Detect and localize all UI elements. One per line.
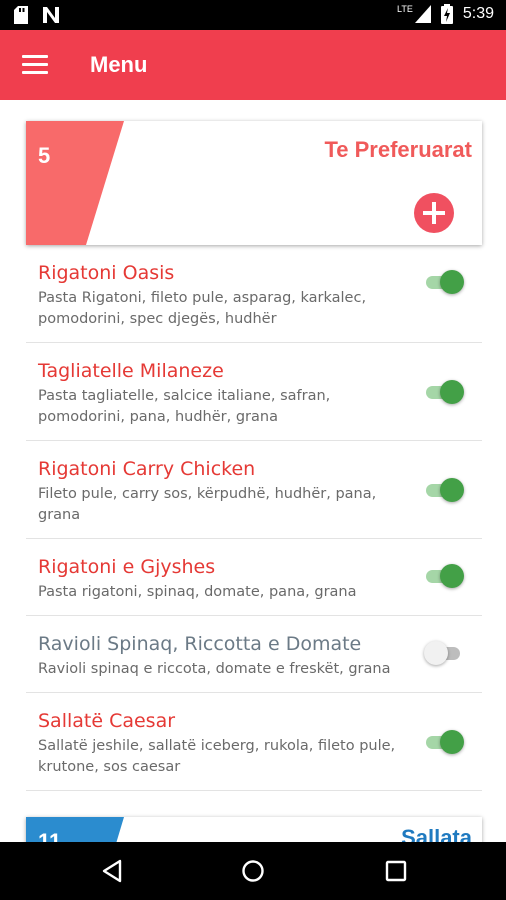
item-description: Pasta rigatoni, spinaq, domate, pana, gr… (38, 584, 357, 600)
list-item[interactable]: Tagliatelle Milaneze Pasta tagliatelle, … (26, 343, 482, 441)
list-item[interactable]: Ravioli Spinaq, Riccotta e Domate Raviol… (26, 616, 482, 693)
lte-signal-icon: LTE (397, 5, 431, 23)
system-nav-bar (0, 842, 506, 900)
item-description: Sallatë jeshile, sallatë iceberg, rukola… (38, 738, 396, 775)
menu-content[interactable]: 5 Te Preferuarat Rigatoni Oasis Pasta Ri… (0, 100, 506, 842)
item-description: Pasta Rigatoni, fileto pule, asparag, ka… (38, 290, 367, 327)
item-name: Rigatoni e Gjyshes (38, 556, 216, 578)
availability-switch[interactable] (426, 379, 464, 405)
category-accent-shape (26, 121, 124, 245)
plus-circle-icon[interactable] (414, 193, 454, 233)
availability-switch[interactable] (426, 729, 464, 755)
item-name: Sallatë Caesar (38, 710, 176, 732)
hamburger-icon[interactable] (22, 55, 48, 75)
category-title: Te Preferuarat (324, 137, 472, 162)
category-item-count: 5 (38, 143, 51, 168)
page-title: Menu (90, 52, 148, 77)
list-item[interactable]: Rigatoni Carry Chicken Fileto pule, carr… (26, 441, 482, 539)
next-category-title: Sallata (401, 825, 472, 842)
next-category-card[interactable]: 11 Sallata (26, 817, 482, 842)
availability-switch[interactable] (426, 477, 464, 503)
back-triangle-icon[interactable] (100, 859, 124, 883)
item-name: Rigatoni Carry Chicken (38, 458, 256, 480)
item-description: Fileto pule, carry sos, kërpudhë, hudhër… (38, 486, 377, 523)
item-description: Ravioli spinaq e riccota, domate e fresk… (38, 661, 391, 677)
availability-switch[interactable] (426, 269, 464, 295)
clock: 5:39 (462, 5, 494, 22)
n-notification-icon (43, 7, 59, 23)
item-name: Tagliatelle Milaneze (38, 360, 224, 382)
network-label: LTE (397, 4, 413, 14)
list-item[interactable]: Rigatoni Oasis Pasta Rigatoni, fileto pu… (26, 245, 482, 343)
status-bar: LTE 5:39 (0, 0, 506, 30)
availability-switch[interactable] (424, 640, 464, 666)
item-name: Rigatoni Oasis (38, 262, 175, 284)
list-item[interactable]: Sallatë Caesar Sallatë jeshile, sallatë … (26, 693, 482, 791)
availability-switch[interactable] (426, 563, 464, 589)
next-category-item-count: 11 (38, 829, 62, 842)
item-description: Pasta tagliatelle, salcice italiane, saf… (38, 388, 331, 425)
battery-charging-icon (440, 4, 453, 24)
home-circle-icon[interactable] (241, 859, 265, 883)
menu-item-list: Rigatoni Oasis Pasta Rigatoni, fileto pu… (26, 245, 482, 791)
category-card[interactable]: 5 Te Preferuarat (26, 121, 482, 245)
app-bar: Menu (0, 30, 506, 100)
item-name: Ravioli Spinaq, Riccotta e Domate (38, 633, 362, 655)
recents-square-icon[interactable] (384, 859, 408, 883)
sd-card-icon (14, 6, 28, 24)
list-item[interactable]: Rigatoni e Gjyshes Pasta rigatoni, spina… (26, 539, 482, 616)
